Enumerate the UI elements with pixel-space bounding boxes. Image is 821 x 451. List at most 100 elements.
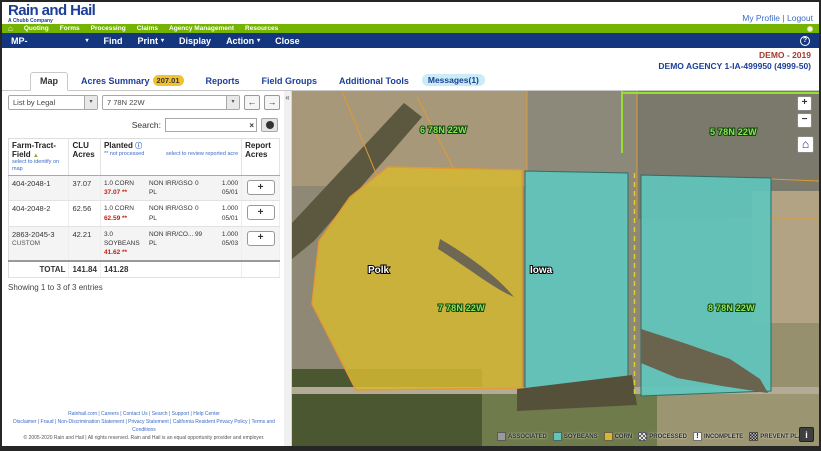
type-code: 0 bbox=[194, 205, 199, 213]
total-planted: 141.28 bbox=[100, 259, 243, 278]
planted-acres[interactable]: 41.62 ** bbox=[104, 248, 149, 257]
tab-additional-tools[interactable]: Additional Tools bbox=[330, 73, 418, 90]
tab-additional-tools-label: Additional Tools bbox=[339, 76, 409, 86]
county-label-polk: Polk bbox=[368, 265, 390, 276]
acres-badge: 207.01 bbox=[152, 75, 184, 86]
menu-agency-management[interactable]: Agency Management bbox=[169, 25, 234, 32]
soybean-field-polygon[interactable] bbox=[524, 170, 629, 398]
col-farm-tract-field[interactable]: Farm-Tract-Field ▲ select to identify on… bbox=[8, 138, 70, 177]
zoom-in-button[interactable]: + bbox=[797, 96, 812, 111]
list-by-select[interactable]: List by Legal ▾ bbox=[8, 95, 98, 110]
map-canvas[interactable]: 6 78N 22W 5 78N 22W 7 78N 22W 8 78N 22W … bbox=[292, 91, 819, 446]
section-label-7: 7 78N 22W bbox=[438, 303, 485, 313]
agency-info: DEMO - 2019 DEMO AGENCY 1-IA-499950 (499… bbox=[2, 48, 819, 71]
print-menu[interactable]: Print ▾ bbox=[138, 36, 165, 46]
col-planted[interactable]: Planted ⓘ ** not processed select to rev… bbox=[100, 138, 243, 177]
plant-date: 05/03 bbox=[221, 239, 239, 247]
link-divider: | bbox=[782, 13, 785, 23]
filter-row: List by Legal ▾ 7 78N 22W ▾ ← → bbox=[8, 95, 280, 110]
share-value: 1.000 bbox=[221, 205, 239, 213]
action-menu[interactable]: Action ▾ bbox=[226, 36, 260, 46]
menu-quoting[interactable]: Quoting bbox=[24, 25, 49, 32]
home-icon[interactable]: ⌂ bbox=[8, 24, 13, 33]
tab-messages[interactable]: Messages(1) bbox=[421, 71, 494, 90]
panel-collapse-handle[interactable]: « bbox=[284, 91, 292, 446]
clear-icon[interactable]: × bbox=[249, 121, 254, 130]
left-panel: List by Legal ▾ 7 78N 22W ▾ ← → Search: … bbox=[2, 91, 284, 446]
search-row: Search: × bbox=[8, 118, 280, 132]
close-button[interactable]: Close bbox=[275, 36, 300, 46]
menu-resources[interactable]: Resources bbox=[245, 25, 278, 32]
search-info-button[interactable] bbox=[261, 118, 278, 132]
tab-acres-summary[interactable]: Acres Summary 207.01 bbox=[72, 72, 193, 90]
field-id[interactable]: 404-2048-2 bbox=[12, 204, 65, 213]
menu-right-icon[interactable] bbox=[807, 25, 813, 32]
planted-acres[interactable]: 37.07 ** bbox=[104, 188, 149, 197]
practice-label: NON IRR/GSO bbox=[148, 205, 193, 213]
field-id[interactable]: 404-2048-1 bbox=[12, 179, 65, 188]
table-row[interactable]: 2863-2045-3 CUSTOM 42.21 3.0 SOYBEANS 41… bbox=[8, 226, 280, 262]
policy-selector[interactable]: MP- ▾ bbox=[11, 36, 89, 46]
legend-associated: ASSOCIATED bbox=[497, 432, 547, 441]
tab-reports[interactable]: Reports bbox=[197, 73, 249, 90]
table-row[interactable]: 404-2048-2 62.56 1.0 CORN 62.59 ** NON I… bbox=[8, 200, 280, 227]
legal-value: 7 78N 22W bbox=[107, 98, 145, 107]
practice-type: PL bbox=[148, 214, 157, 222]
crop-label: 1.0 CORN bbox=[103, 180, 134, 188]
practice-label: NON IRR/GSO bbox=[148, 180, 193, 188]
menu-claims[interactable]: Claims bbox=[137, 25, 158, 32]
table-row[interactable]: 404-2048-1 37.07 1.0 CORN 37.07 ** NON I… bbox=[8, 175, 280, 202]
tab-field-groups[interactable]: Field Groups bbox=[253, 73, 327, 90]
home-extent-button[interactable]: ⌂ bbox=[797, 136, 814, 153]
table-summary: Showing 1 to 3 of 3 entries bbox=[8, 282, 103, 292]
chevron-down-icon: ▾ bbox=[257, 37, 261, 44]
share-value: 1.000 bbox=[221, 180, 239, 188]
help-icon[interactable]: ? bbox=[800, 35, 810, 46]
main-menu-bar: ⌂ Quoting Forms Processing Claims Agency… bbox=[2, 24, 819, 33]
main-content: List by Legal ▾ 7 78N 22W ▾ ← → Search: … bbox=[2, 91, 819, 446]
map-controls: + − ⌂ bbox=[797, 96, 814, 153]
prev-arrow-button[interactable]: ← bbox=[244, 95, 260, 110]
legend-label: CORN bbox=[614, 433, 633, 440]
footer-links-2[interactable]: Disclaimer | Fraud | Non-Discrimination … bbox=[8, 418, 280, 434]
type-code: 0 bbox=[194, 180, 199, 188]
share-value: 1.000 bbox=[221, 230, 239, 238]
map-legend: ASSOCIATED SOYBEANS CORN PROCESSED ! INC… bbox=[497, 432, 810, 441]
total-clu: 141.84 bbox=[68, 259, 101, 278]
footer-copyright: © 2005-2020 Rain and Hail | All rights r… bbox=[23, 435, 265, 441]
display-button[interactable]: Display bbox=[179, 36, 211, 46]
info-icon[interactable]: ⓘ bbox=[135, 143, 142, 150]
find-button[interactable]: Find bbox=[104, 36, 123, 46]
map-info-button[interactable]: i bbox=[799, 427, 814, 442]
practice-label: NON IRR/CO... bbox=[148, 230, 194, 238]
zoom-out-button[interactable]: − bbox=[797, 113, 812, 128]
acres-table: Farm-Tract-Field ▲ select to identify on… bbox=[8, 138, 280, 278]
search-input[interactable]: × bbox=[165, 118, 257, 132]
report-acres-button[interactable]: + bbox=[246, 180, 275, 196]
planted-acres[interactable]: 62.59 ** bbox=[104, 214, 149, 223]
tab-map[interactable]: Map bbox=[30, 72, 68, 91]
tab-field-groups-label: Field Groups bbox=[261, 76, 318, 86]
clu-acres-value: 37.07 bbox=[68, 175, 101, 202]
logout-link[interactable]: Logout bbox=[787, 13, 813, 23]
clu-acres-value: 42.21 bbox=[68, 226, 101, 262]
collapse-icon: « bbox=[285, 93, 290, 102]
menu-processing[interactable]: Processing bbox=[91, 25, 126, 32]
logo-title: Rain and Hail bbox=[8, 2, 96, 19]
report-acres-button[interactable]: + bbox=[246, 205, 275, 221]
next-arrow-button[interactable]: → bbox=[264, 95, 280, 110]
legend-soybeans: SOYBEANS bbox=[552, 432, 598, 441]
footer-links-1[interactable]: Rainhail.com | Careers | Contact Us | Se… bbox=[8, 410, 280, 418]
prevent-plant-swatch bbox=[749, 432, 759, 441]
my-profile-link[interactable]: My Profile bbox=[742, 13, 780, 23]
total-label: TOTAL bbox=[8, 259, 70, 278]
legend-label: PROCESSED bbox=[649, 433, 687, 440]
map-view[interactable]: 6 78N 22W 5 78N 22W 7 78N 22W 8 78N 22W … bbox=[292, 91, 819, 446]
report-acres-button[interactable]: + bbox=[246, 230, 275, 246]
menu-forms[interactable]: Forms bbox=[60, 25, 80, 32]
field-id[interactable]: 2863-2045-3 bbox=[12, 230, 65, 239]
legal-select[interactable]: 7 78N 22W ▾ bbox=[102, 95, 240, 110]
chevron-down-icon: ▾ bbox=[226, 96, 239, 109]
policy-toolbar: MP- ▾ Find Print ▾ Display Action ▾ Clos… bbox=[2, 33, 819, 48]
col-clu-acres[interactable]: CLU Acres bbox=[68, 138, 101, 177]
